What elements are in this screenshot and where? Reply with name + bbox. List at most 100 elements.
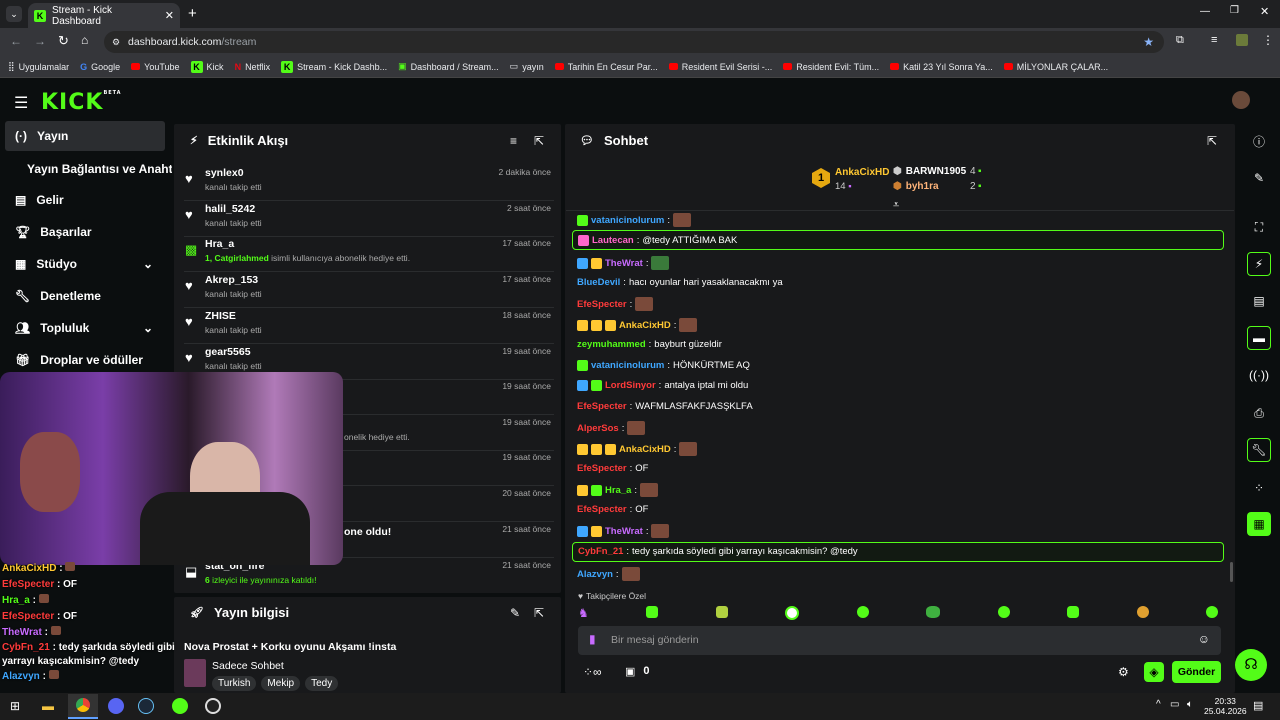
clapperboard-icon[interactable]: ▦ bbox=[1247, 512, 1271, 536]
send-button[interactable]: Gönder bbox=[1172, 661, 1221, 683]
network-icon[interactable]: ▭ bbox=[1170, 699, 1179, 710]
clock[interactable]: 20:33 25.04.2026 bbox=[1204, 696, 1247, 716]
settings-gear-icon[interactable]: ⚙ bbox=[1118, 665, 1129, 679]
info-icon[interactable]: ⓘ bbox=[1247, 129, 1271, 153]
ball-emote-icon[interactable] bbox=[785, 606, 800, 620]
kick-emote-icon[interactable] bbox=[856, 606, 869, 618]
minimize-icon[interactable]: — bbox=[1200, 6, 1210, 17]
steam-icon[interactable] bbox=[138, 698, 154, 714]
kick-bot-icon[interactable]: ◈ bbox=[1144, 662, 1164, 682]
points-dots-icon[interactable]: ⁘ bbox=[1247, 476, 1271, 500]
chat-message: EfeSpecter: OF bbox=[577, 504, 649, 515]
kick-emote-icon[interactable] bbox=[1067, 606, 1080, 618]
popout-icon[interactable]: ⇱ bbox=[534, 606, 544, 620]
crown-badge-icon bbox=[577, 443, 588, 455]
bookmark-yt-4[interactable]: Katil 23 Yıl Sonra Ya... bbox=[890, 62, 993, 72]
media-icon[interactable]: ≡ bbox=[1211, 34, 1217, 46]
fullscreen-icon[interactable]: ⛶ bbox=[1247, 215, 1271, 239]
moderation-wrench-icon[interactable]: 🔧︎ bbox=[1247, 438, 1271, 462]
discord-icon[interactable] bbox=[108, 698, 124, 714]
bookmark-kick[interactable]: K Kick bbox=[190, 60, 224, 73]
extensions-icon[interactable]: ⧉ bbox=[1176, 34, 1184, 47]
volume-icon[interactable]: 🔈︎ bbox=[1187, 699, 1193, 710]
chat-toggle-icon[interactable]: ▬ bbox=[1247, 326, 1271, 350]
bookmark-google[interactable]: G Google bbox=[80, 62, 120, 72]
bookmark-yt-1[interactable]: Tarihin En Cesur Par... bbox=[554, 62, 658, 72]
hamburger-menu-icon[interactable]: ☰ bbox=[14, 93, 28, 113]
sidebar-item-droplar[interactable]: 🎁︎ Droplar ve ödüller bbox=[0, 345, 172, 375]
sidebar-item-yayin[interactable]: (·) Yayın bbox=[5, 121, 165, 151]
sidebar-item-topluluk[interactable]: 👥︎ Topluluk ⌄ bbox=[0, 313, 172, 343]
chat-message: EfeSpecter: bbox=[577, 297, 654, 311]
reload-icon[interactable]: ↻ bbox=[58, 33, 69, 49]
kick-emote-icon[interactable] bbox=[646, 606, 659, 618]
new-tab-icon[interactable]: + bbox=[188, 5, 197, 22]
bookmark-yt-3[interactable]: Resident Evil: Tüm... bbox=[783, 62, 879, 72]
support-headset-icon[interactable]: ☊ bbox=[1235, 649, 1267, 681]
bookmark-netflix[interactable]: N Netflix bbox=[235, 62, 271, 72]
kick-emote-icon[interactable] bbox=[715, 606, 728, 618]
menu-icon[interactable]: ⋮ bbox=[1262, 33, 1274, 47]
emote-image bbox=[635, 297, 654, 311]
close-tab-icon[interactable]: ✕ bbox=[165, 9, 174, 22]
sidebar-item-basarilar[interactable]: 🏆︎ Başarılar bbox=[0, 217, 172, 247]
home-icon[interactable]: ⌂ bbox=[81, 33, 88, 47]
folder-icon: ▭ bbox=[509, 61, 519, 71]
broadcast-toggle-icon[interactable]: ((·)) bbox=[1247, 363, 1271, 387]
chrome-taskbar-item[interactable] bbox=[68, 694, 98, 719]
unicorn-emote-icon[interactable]: ♞ bbox=[578, 606, 589, 620]
bookmark-dashboard[interactable]: ▣ Dashboard / Stream... bbox=[398, 61, 499, 72]
profile-extension-icon[interactable] bbox=[1236, 34, 1248, 46]
forward-icon[interactable]: → bbox=[34, 34, 46, 48]
tray-chevron-icon[interactable]: ^ bbox=[1156, 699, 1161, 710]
sidebar-item-gelir[interactable]: ▤ Gelir bbox=[0, 185, 172, 215]
leaderboard-first-user[interactable]: AnkaCixHD bbox=[835, 167, 889, 178]
browser-tab-active[interactable]: K Stream - Kick Dashboard ✕ bbox=[28, 3, 180, 28]
maximize-icon[interactable]: ❐ bbox=[1230, 5, 1239, 16]
bookmark-apps[interactable]: ⣿ Uygulamalar bbox=[8, 61, 69, 72]
printer-icon[interactable]: ⎙ bbox=[1247, 401, 1271, 425]
points-icon[interactable]: ⁘∞ bbox=[583, 665, 602, 679]
divider bbox=[566, 210, 1234, 211]
avatar[interactable] bbox=[1232, 91, 1250, 109]
kick-emote-icon[interactable] bbox=[997, 606, 1010, 618]
tab-search-icon[interactable]: ⌄ bbox=[6, 6, 22, 22]
overlay-chat: AnkaCixHD : EfeSpecter : OF Hra_a : EfeS… bbox=[2, 561, 192, 685]
site-info-icon[interactable]: ⚙ bbox=[112, 37, 120, 48]
windows-start-icon[interactable]: ⊞ bbox=[10, 699, 20, 713]
kick-logo[interactable]: KICKBETA bbox=[41, 90, 122, 115]
kick-emote-icon[interactable] bbox=[926, 606, 941, 618]
kick-emote-icon[interactable] bbox=[1205, 606, 1218, 618]
bookmark-star-icon[interactable]: ★ bbox=[1143, 35, 1154, 49]
file-explorer-icon[interactable]: ▬ bbox=[42, 699, 54, 713]
sidebar-item-denetleme[interactable]: 🔧︎ Denetleme bbox=[0, 281, 172, 311]
sidebar-item-stream-key[interactable]: Yayın Bağlantısı ve Anahtarı bbox=[0, 154, 172, 184]
chat-input[interactable]: ▮ Bir mesaj gönderin ☺ bbox=[578, 626, 1221, 655]
gift-badge-icon bbox=[605, 319, 616, 331]
filter-icon[interactable]: ≡ bbox=[510, 134, 517, 148]
notification-icon[interactable]: ▤ bbox=[1253, 699, 1263, 712]
youtube-icon bbox=[668, 63, 678, 70]
obs-icon[interactable] bbox=[205, 698, 221, 714]
heart-icon: ♥ bbox=[185, 171, 193, 186]
bookmark-folder-yayin[interactable]: ▭ yayın bbox=[510, 61, 544, 72]
sidebar-item-studyo[interactable]: ▦ Stüdyo ⌄ bbox=[0, 249, 172, 279]
activity-lightning-icon[interactable]: ⚡︎ bbox=[1247, 252, 1271, 276]
edit-pencil-icon[interactable]: ✎ bbox=[510, 606, 520, 620]
kick-emote-icon[interactable] bbox=[1136, 606, 1149, 618]
popout-icon[interactable]: ⇱ bbox=[534, 134, 544, 148]
windows-taskbar: ⊞ ▬ ^ ▭ 🔈︎ 20:33 25.04.2026 ▤ bbox=[0, 693, 1280, 720]
edit-icon[interactable]: ✎ bbox=[1247, 166, 1271, 190]
chat-scrollbar[interactable] bbox=[1230, 562, 1233, 582]
bookmark-youtube[interactable]: YouTube bbox=[131, 62, 180, 72]
popout-icon[interactable]: ⇱ bbox=[1207, 134, 1217, 148]
bookmark-kick-stream[interactable]: K Stream - Kick Dashb... bbox=[281, 60, 387, 73]
bookmark-yt-2[interactable]: Resident Evil Serisi -... bbox=[668, 62, 772, 72]
url-input[interactable]: ⚙ dashboard.kick.com/stream ★ bbox=[104, 31, 1164, 53]
emoji-picker-icon[interactable]: ☺ bbox=[1198, 632, 1210, 646]
bookmark-yt-5[interactable]: MİLYONLAR ÇALAR... bbox=[1003, 62, 1108, 72]
document-icon[interactable]: ▤ bbox=[1247, 289, 1271, 313]
kick-app-icon[interactable] bbox=[172, 698, 188, 714]
close-window-icon[interactable]: ✕ bbox=[1260, 5, 1269, 18]
back-icon[interactable]: ← bbox=[10, 34, 22, 48]
